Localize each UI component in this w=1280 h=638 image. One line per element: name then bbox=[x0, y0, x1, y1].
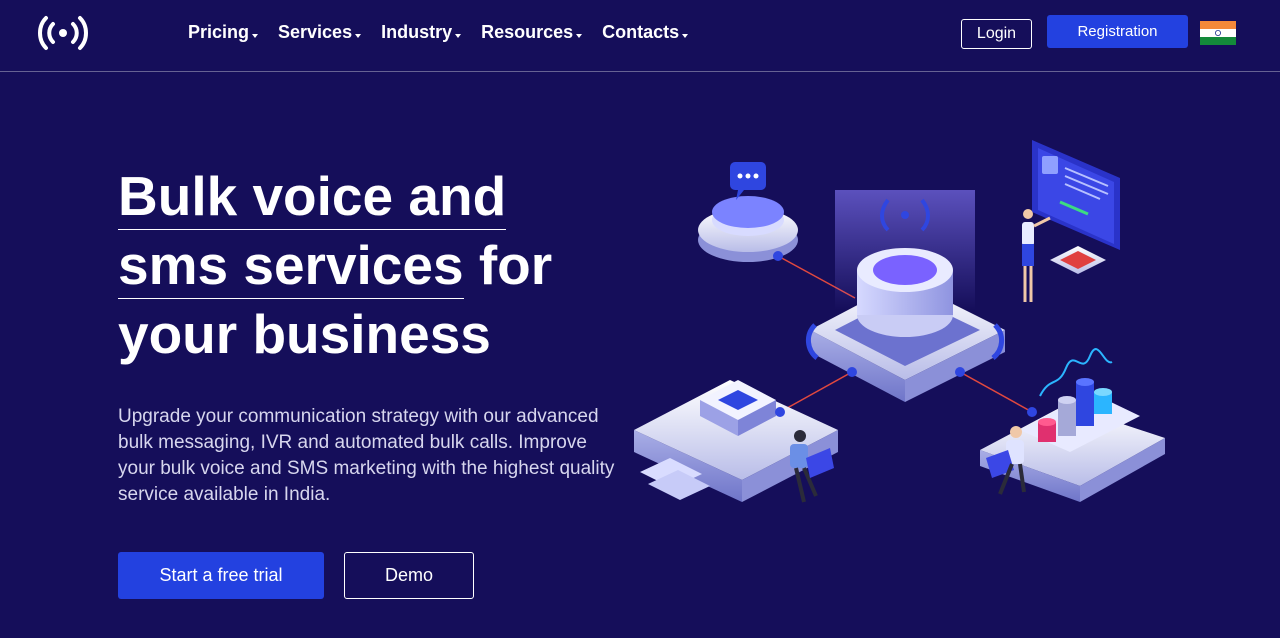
nav-label: Resources bbox=[481, 22, 574, 42]
hero-title-line1: Bulk voice and bbox=[118, 165, 507, 230]
workstation-node bbox=[634, 380, 838, 503]
broadcast-signal-icon[interactable] bbox=[36, 14, 90, 52]
caret-down-icon bbox=[576, 33, 583, 38]
network-illustration bbox=[634, 140, 1165, 503]
hero-title: Bulk voice and sms services for your bus… bbox=[118, 162, 618, 369]
hero-title-line2-rest: for bbox=[463, 234, 553, 296]
caret-down-icon bbox=[455, 33, 462, 38]
nav-industry[interactable]: Industry bbox=[381, 22, 462, 43]
hero-title-line3: your business bbox=[118, 303, 491, 365]
analytics-node bbox=[980, 348, 1165, 502]
caret-down-icon bbox=[682, 33, 689, 38]
hero-description: Upgrade your communication strategy with… bbox=[118, 406, 615, 505]
dashboard-node bbox=[1022, 140, 1120, 302]
nav-label: Industry bbox=[381, 22, 453, 42]
main-nav: Pricing Services Industry Resources Cont… bbox=[188, 22, 708, 43]
site-header: Pricing Services Industry Resources Cont… bbox=[0, 0, 1280, 72]
demo-button[interactable]: Demo bbox=[344, 552, 474, 599]
caret-down-icon bbox=[252, 33, 259, 38]
chat-node bbox=[698, 162, 798, 262]
hero-title-underlined: sms services bbox=[118, 234, 464, 299]
caret-down-icon bbox=[355, 33, 362, 38]
registration-button[interactable]: Registration bbox=[1047, 15, 1188, 48]
nav-label: Pricing bbox=[188, 22, 250, 42]
nav-pricing[interactable]: Pricing bbox=[188, 22, 259, 43]
india-flag-icon[interactable] bbox=[1200, 21, 1236, 45]
start-free-trial-button[interactable]: Start a free trial bbox=[118, 552, 324, 599]
nav-label: Services bbox=[278, 22, 353, 42]
nav-services[interactable]: Services bbox=[278, 22, 362, 43]
nav-resources[interactable]: Resources bbox=[481, 22, 583, 43]
nav-contacts[interactable]: Contacts bbox=[602, 22, 689, 43]
login-button[interactable]: Login bbox=[961, 19, 1032, 49]
nav-label: Contacts bbox=[602, 22, 680, 42]
